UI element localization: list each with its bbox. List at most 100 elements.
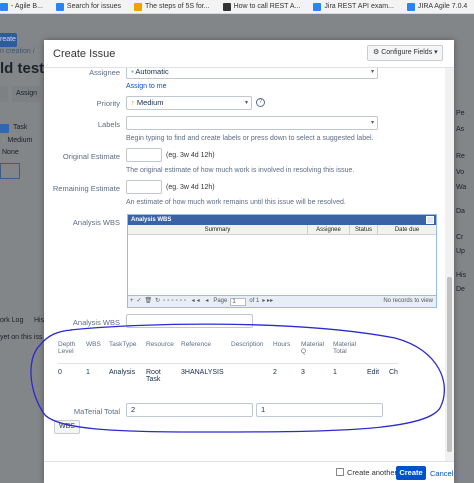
table-header: Depth Level [58, 341, 76, 355]
bookmark-icon [313, 2, 322, 11]
bookmark-icon [134, 2, 142, 11]
column-header[interactable]: Assignee [308, 225, 350, 234]
background-right-label: As [456, 126, 465, 133]
user-icon: ▪ [131, 68, 134, 76]
table-header: TaskType [109, 341, 137, 348]
table-cell: 2 [273, 369, 277, 376]
background-checkbox [0, 124, 9, 133]
bookmark-icon [222, 2, 231, 11]
background-right-label: Re [456, 153, 465, 160]
bookmark-label: JIRA Agile 7.0.4 [417, 3, 468, 10]
background-assign-button: Assign [12, 86, 42, 102]
table-header: Material Q [301, 341, 325, 355]
table-cell: 3HANALYSIS [181, 369, 224, 376]
remaining-estimate-label: Remaining Estimate [52, 184, 120, 193]
create-button[interactable]: Create [396, 466, 426, 480]
chevron-down-icon: ▾ [370, 120, 374, 126]
labels-input[interactable]: ▾ [126, 116, 378, 130]
assign-to-me-link[interactable]: Assign to me [126, 83, 166, 90]
table-cell: 0 [58, 369, 62, 376]
grid-title-text: Analysis WBS [131, 217, 172, 223]
configure-fields-button[interactable]: ⚙ Configure Fields ▾ [367, 45, 443, 61]
original-estimate-input[interactable] [126, 148, 162, 162]
bookmark-label: Jira REST API exam... [324, 3, 394, 10]
help-icon[interactable]: ? [256, 98, 265, 107]
gear-icon: ⚙ [373, 49, 380, 56]
add-icon[interactable]: + [130, 296, 134, 307]
table-cell: 1 [86, 369, 90, 376]
background-right-label: His [456, 272, 467, 279]
bookmarks-bar: - Agile B... Search for issues The steps o… [0, 0, 474, 14]
bookmark-item[interactable]: JIRA Agile 7.0.4 [406, 2, 468, 11]
create-another-label: Create another [347, 468, 398, 477]
bookmark-label: - Agile B... [11, 3, 43, 10]
scroll-thumb[interactable] [447, 277, 452, 452]
assignee-select[interactable]: ▪ Automatic ▾ [126, 68, 378, 79]
wbs-button[interactable]: WBS [54, 420, 80, 434]
background-right-label: Wa [456, 184, 467, 191]
background-right-label: Vo [456, 169, 465, 176]
assignee-value: Automatic [135, 68, 169, 76]
bookmark-label: The steps of 5S for... [145, 3, 210, 10]
divider [58, 363, 398, 364]
refresh-icon[interactable]: ↻ [155, 296, 160, 307]
priority-value: Medium [136, 98, 164, 107]
edit-link[interactable]: Edit [367, 369, 379, 376]
column-header[interactable]: Summary [128, 225, 308, 234]
table-header: WBS [86, 341, 101, 348]
remaining-estimate-input[interactable] [126, 180, 162, 194]
background-right-label: Cr [456, 234, 464, 241]
toolbar-icons[interactable]: ▫▫▫▫▫▫ ◂◂ ◂ [163, 296, 210, 307]
dialog-title: Create Issue [53, 48, 116, 60]
page-input[interactable]: 1 [230, 297, 247, 306]
column-header[interactable]: Date due [378, 225, 436, 234]
grid-header: Summary Assignee Status Date due [128, 225, 436, 235]
column-header[interactable]: Status [350, 225, 378, 234]
table-header: Material Total [333, 341, 357, 355]
grid-pager: + ✓ 🗑 ↻ ▫▫▫▫▫▫ ◂◂ ◂ Page 1 of 1 ▸ ▸▸ No … [128, 295, 436, 307]
background-history: His [34, 317, 45, 324]
priority-select[interactable]: ↑ Medium ▾ [126, 96, 252, 110]
material-total-input-2[interactable]: 1 [256, 403, 383, 417]
table-cell: 3 [301, 369, 305, 376]
background-button [0, 86, 8, 102]
bookmark-icon [0, 2, 8, 11]
check-icon[interactable]: ✓ [137, 296, 142, 307]
labels-hint: Begin typing to find and create labels o… [126, 135, 374, 142]
material-total-input-1[interactable]: 2 [126, 403, 253, 417]
create-another-checkbox[interactable] [336, 468, 344, 476]
analysis-wbs-input[interactable] [126, 314, 253, 328]
background-right-label: De [456, 286, 465, 293]
analysis-wbs-label: Analysis WBS [72, 218, 120, 227]
bookmark-item[interactable]: How to call REST A... [222, 2, 300, 11]
delete-icon[interactable]: 🗑 [145, 296, 153, 307]
background-type: Task [13, 124, 28, 131]
table-cell: Analysis [109, 369, 136, 376]
background-priority: ↑ Medium [2, 137, 33, 144]
background-resolution: None [2, 149, 19, 156]
background-right-label: Pe [456, 110, 465, 117]
change-link[interactable]: Ch [389, 369, 398, 376]
analysis-wbs-grid: Analysis WBS Summary Assignee Status Dat… [127, 214, 437, 308]
background-activity-text: yet on this iss [0, 334, 43, 341]
bookmark-item[interactable]: Search for issues [55, 2, 121, 11]
dialog-scrollbar[interactable] [445, 68, 454, 461]
labels-label: Labels [97, 120, 120, 129]
bookmark-icon [55, 2, 64, 11]
background-create-button: reate [0, 33, 17, 47]
next-page-icon[interactable]: ▸ ▸▸ [262, 296, 273, 307]
bookmark-label: Search for issues [66, 3, 121, 10]
cancel-link[interactable]: Cancel [430, 469, 453, 478]
priority-label: Priority [96, 99, 120, 108]
minimize-icon[interactable] [426, 216, 434, 224]
assignee-label: Assignee [89, 68, 120, 77]
bookmark-item[interactable]: The steps of 5S for... [134, 2, 210, 11]
bookmark-item[interactable]: Jira REST API exam... [313, 2, 394, 11]
remaining-estimate-hint: An estimate of how much work remains unt… [126, 199, 346, 206]
background-right-label: Up [456, 248, 465, 255]
chevron-down-icon: ▾ [244, 100, 248, 106]
dialog-body: Assignee ▪ Automatic ▾ Assign to me Prio… [44, 68, 454, 461]
chevron-down-icon: ▾ [434, 49, 438, 56]
bookmark-item[interactable]: - Agile B... [0, 2, 43, 11]
chevron-down-icon: ▾ [370, 69, 374, 75]
